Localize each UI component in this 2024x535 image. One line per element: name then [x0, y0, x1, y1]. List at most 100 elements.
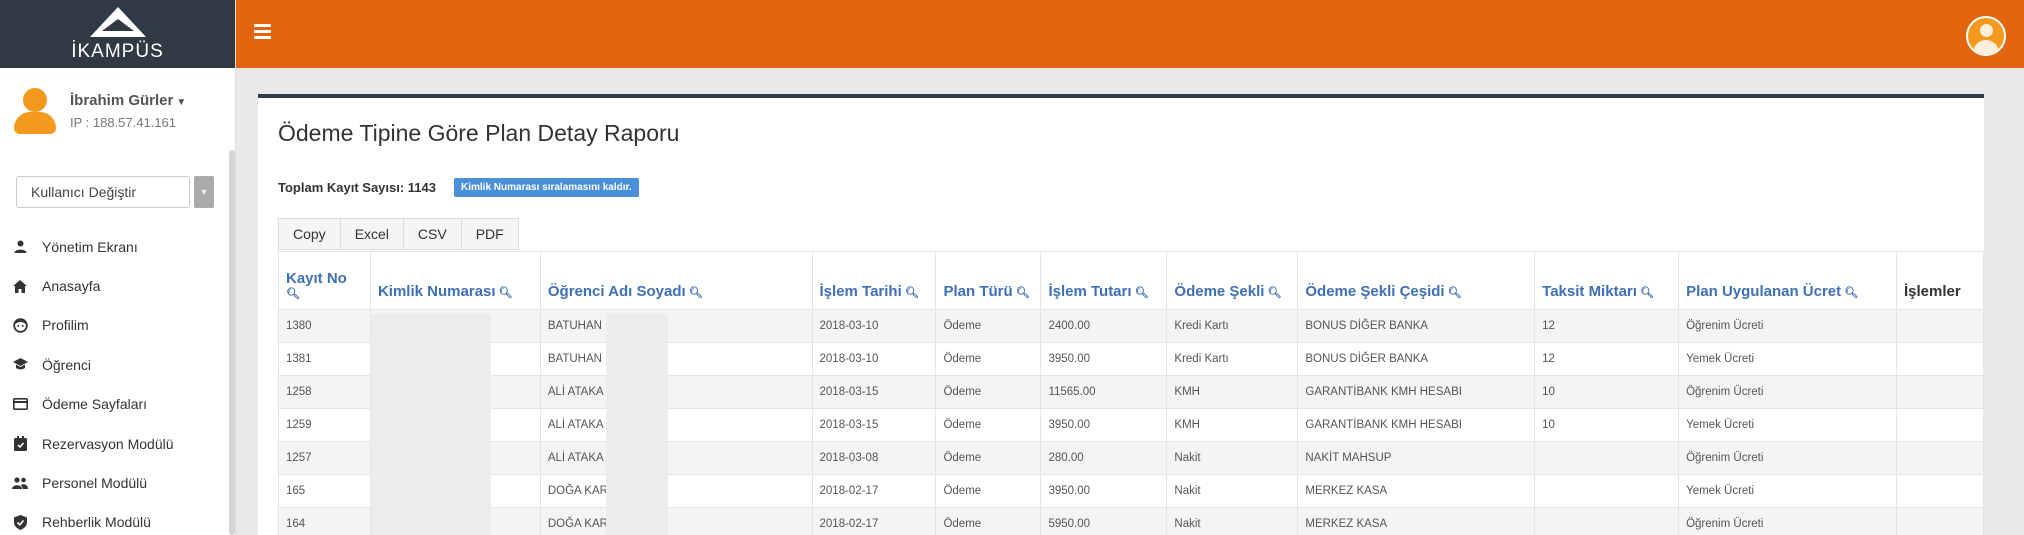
top-user-avatar[interactable]: [1966, 16, 2006, 56]
col-kimlik[interactable]: Kimlik Numarası 🔍︎: [369, 251, 541, 310]
cell-ucret: Öğrenim Ücreti: [1678, 375, 1897, 409]
excel-button[interactable]: Excel: [339, 218, 404, 250]
sidebar-item-label: Rezervasyon Modülü: [42, 435, 174, 452]
col-odeme-sekli-cesidi[interactable]: Ödeme Şekli Çeşidi 🔍︎: [1297, 251, 1536, 310]
cell-sekil: Kredi Kartı: [1166, 309, 1299, 343]
user-name-dropdown[interactable]: İbrahim Gürler ▼: [70, 92, 186, 109]
cell-sekil: KMH: [1166, 408, 1299, 442]
table-row[interactable]: 1259 ALİ ATAKA 2018-03-15 Ödeme 3950.00 KMH GA…: [278, 408, 1985, 442]
cell-cesit: MERKEZ KASA: [1297, 507, 1536, 535]
sidebar-item-rezervasyon[interactable]: Rezervasyon Modülü: [0, 424, 228, 463]
cell-actions[interactable]: [1895, 474, 1985, 508]
cell-actions[interactable]: [1895, 408, 1985, 442]
cell-tur: Ödeme: [935, 408, 1042, 442]
home-icon: [12, 278, 28, 294]
cell-taksit: [1534, 507, 1680, 535]
person-icon: [12, 239, 28, 255]
total-count: Toplam Kayıt Sayısı: 1143: [278, 180, 436, 195]
remove-sort-badge[interactable]: Kimlik Numarası sıralamasını kaldır.: [454, 178, 639, 197]
table-row[interactable]: 1257 ALİ ATAKA 2018-03-08 Ödeme 280.00 Nakit N…: [278, 441, 1985, 475]
menu-toggle-icon[interactable]: [254, 24, 271, 39]
sidebar-scrollbar[interactable]: [229, 150, 235, 535]
search-icon: 🔍︎: [1131, 287, 1149, 299]
cell-tutar: 3950.00: [1040, 408, 1168, 442]
cell-tutar: 3950.00: [1040, 474, 1168, 508]
table-row[interactable]: 165 DOĞA KAR 2018-02-17 Ödeme 3950.00 Nakit ME…: [278, 474, 1985, 508]
csv-button[interactable]: CSV: [402, 218, 462, 250]
search-icon: 🔍︎: [685, 287, 703, 299]
cell-tarih: 2018-02-17: [811, 474, 937, 508]
col-odeme-sekli[interactable]: Ödeme Şekli 🔍︎: [1166, 251, 1299, 310]
cell-ad: ALİ ATAKA: [539, 441, 813, 475]
search-icon: 🔍︎: [286, 288, 300, 300]
sidebar-item-profilim[interactable]: Profilim: [0, 306, 228, 345]
search-icon: 🔍︎: [495, 287, 513, 299]
cell-ad: BATUHAN: [539, 342, 813, 376]
sidebar: İKAMPÜS İbrahim Gürler ▼ IP : 188.57.41.1…: [0, 0, 236, 535]
cell-actions[interactable]: [1895, 309, 1985, 343]
table-row[interactable]: 164 DOĞA KAR 2018-02-17 Ödeme 5950.00 Nakit ME…: [278, 507, 1985, 535]
col-islem-tarihi[interactable]: İşlem Tarihi 🔍︎: [811, 251, 937, 310]
cell-ucret: Öğrenim Ücreti: [1678, 309, 1897, 343]
sidebar-item-rehberlik[interactable]: Rehberlik Modülü: [0, 503, 228, 535]
cell-tarih: 2018-03-10: [811, 342, 937, 376]
cell-actions[interactable]: [1895, 507, 1985, 535]
cell-tarih: 2018-03-08: [811, 441, 937, 475]
report-panel: Ödeme Tipine Göre Plan Detay Raporu Topl…: [258, 94, 1985, 535]
cell-taksit: 10: [1534, 375, 1680, 409]
sidebar-item-odeme[interactable]: Ödeme Sayfaları: [0, 385, 228, 424]
search-icon: 🔍︎: [1636, 287, 1654, 299]
cell-tutar: 280.00: [1040, 441, 1168, 475]
cell-tur: Ödeme: [935, 342, 1042, 376]
cell-no: 1258: [278, 375, 371, 409]
cell-no: 165: [278, 474, 371, 508]
cell-actions[interactable]: [1895, 441, 1985, 475]
cell-tutar: 11565.00: [1040, 375, 1168, 409]
col-kayit-no[interactable]: Kayıt No 🔍︎: [278, 251, 371, 310]
col-taksit[interactable]: Taksit Miktarı 🔍︎: [1534, 251, 1680, 310]
cell-actions[interactable]: [1895, 342, 1985, 376]
search-icon: 🔍︎: [1841, 287, 1859, 299]
search-icon: 🔍︎: [1012, 287, 1030, 299]
sidebar-item-label: Ödeme Sayfaları: [42, 396, 148, 413]
table-row[interactable]: 1381 BATUHAN 2018-03-10 Ödeme 3950.00 Kredi K…: [278, 342, 1985, 376]
cell-sekil: KMH: [1166, 375, 1299, 409]
cell-no: 1259: [278, 408, 371, 442]
logo[interactable]: İKAMPÜS: [0, 0, 235, 68]
col-ucret[interactable]: Plan Uygulanan Ücret 🔍︎: [1678, 251, 1897, 310]
copy-button[interactable]: Copy: [278, 218, 341, 250]
dropdown-arrow-icon[interactable]: ▼: [194, 176, 214, 208]
switch-user-field[interactable]: Kullanıcı Değiştir: [16, 176, 190, 208]
cell-ucret: Öğrenim Ücreti: [1678, 507, 1897, 535]
col-islem-tutari[interactable]: İşlem Tutarı 🔍︎: [1040, 251, 1168, 310]
table-row[interactable]: 1258 ALİ ATAKA 2018-03-15 Ödeme 11565.00 KMH G…: [278, 375, 1985, 409]
cell-cesit: BONUS DİĞER BANKA: [1297, 342, 1536, 376]
search-icon: 🔍︎: [1444, 287, 1462, 299]
sidebar-item-anasayfa[interactable]: Anasayfa: [0, 266, 228, 305]
page-title: Ödeme Tipine Göre Plan Detay Raporu: [278, 120, 680, 146]
sidebar-item-ogrenci[interactable]: Öğrenci: [0, 345, 228, 384]
cell-taksit: 12: [1534, 342, 1680, 376]
cell-tarih: 2018-03-15: [811, 408, 937, 442]
col-plan-turu[interactable]: Plan Türü 🔍︎: [935, 251, 1042, 310]
user-ip: IP : 188.57.41.161: [70, 115, 177, 130]
cell-taksit: 12: [1534, 309, 1680, 343]
cell-ad: DOĞA KAR: [539, 474, 813, 508]
sidebar-item-label: Anasayfa: [42, 278, 101, 295]
report-table: Kayıt No 🔍︎ Kimlik Numarası 🔍︎ Öğrenci Ad…: [278, 251, 1985, 535]
switch-user-select[interactable]: Kullanıcı Değiştir ▼: [16, 176, 214, 208]
sidebar-item-personel[interactable]: Personel Modülü: [0, 463, 228, 502]
sidebar-item-label: Yönetim Ekranı: [42, 238, 138, 255]
cell-tur: Ödeme: [935, 441, 1042, 475]
col-ad-soyad[interactable]: Öğrenci Adı Soyadı 🔍︎: [539, 251, 813, 310]
table-row[interactable]: 1380 BATUHAN 2018-03-10 Ödeme 2400.00 Kredi K…: [278, 309, 1985, 343]
pdf-button[interactable]: PDF: [460, 218, 519, 250]
cell-ad: ALİ ATAKA: [539, 408, 813, 442]
card-icon: [12, 396, 28, 412]
sidebar-item-label: Profilim: [42, 317, 89, 334]
cell-actions[interactable]: [1895, 375, 1985, 409]
cell-no: 1380: [278, 309, 371, 343]
sidebar-item-yonetim[interactable]: Yönetim Ekranı: [0, 227, 228, 266]
cell-tarih: 2018-02-17: [811, 507, 937, 535]
face-icon: [12, 317, 28, 333]
